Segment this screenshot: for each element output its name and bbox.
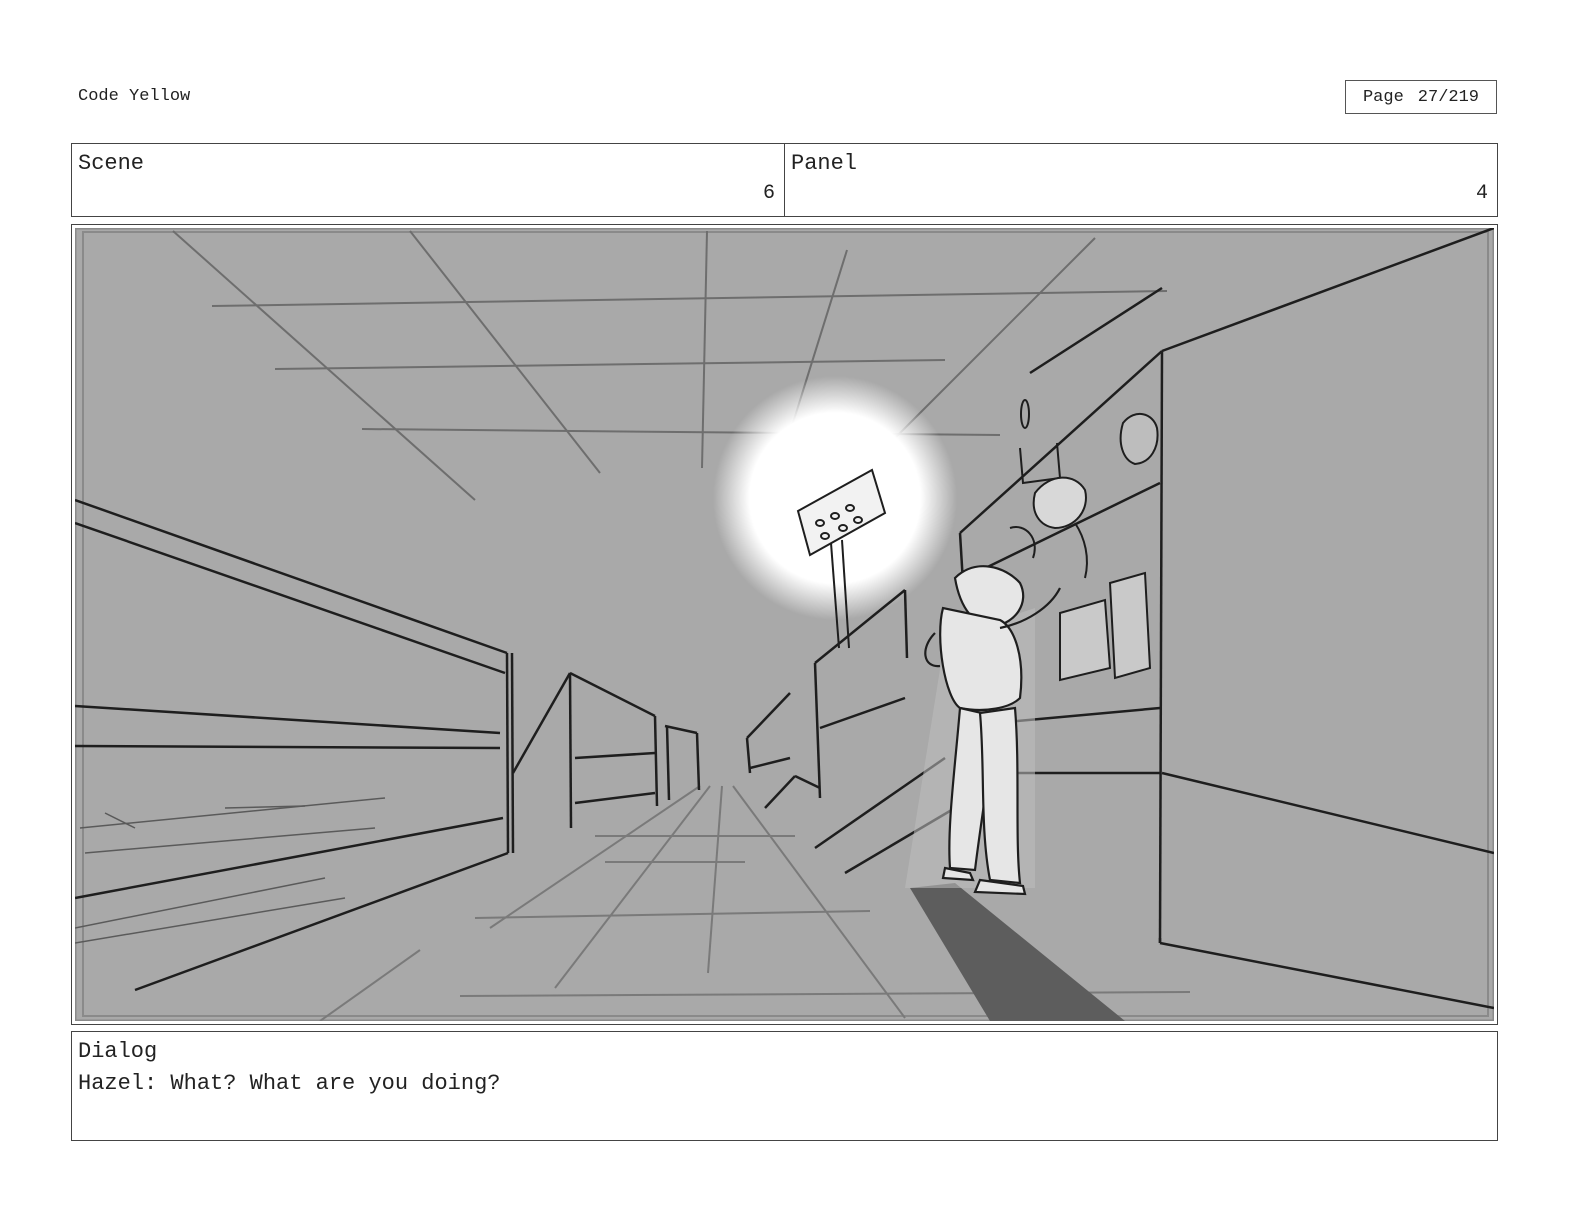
panel-cell: Panel 4: [784, 144, 1497, 216]
dialog-label: Dialog: [78, 1039, 158, 1064]
scene-number: 6: [762, 182, 775, 205]
panel-number: 4: [1475, 182, 1488, 205]
scene-label: Scene: [78, 151, 145, 176]
document-title: Code Yellow: [78, 87, 191, 106]
page-label: Page: [1362, 87, 1404, 107]
panel-label: Panel: [791, 151, 858, 176]
scene-panel-info: Scene 6 Panel 4: [71, 143, 1498, 217]
page-indicator: Page 27/219: [1345, 80, 1497, 114]
storyboard-sketch: [75, 228, 1494, 1021]
dialog-box: Dialog Hazel: What? What are you doing?: [71, 1031, 1498, 1141]
storyboard-frame: [71, 224, 1498, 1025]
sketch-background: [75, 228, 1494, 1021]
dialog-text: Hazel: What? What are you doing?: [78, 1071, 501, 1096]
scene-cell: Scene 6: [72, 144, 784, 216]
page-number: 27/219: [1417, 87, 1480, 107]
